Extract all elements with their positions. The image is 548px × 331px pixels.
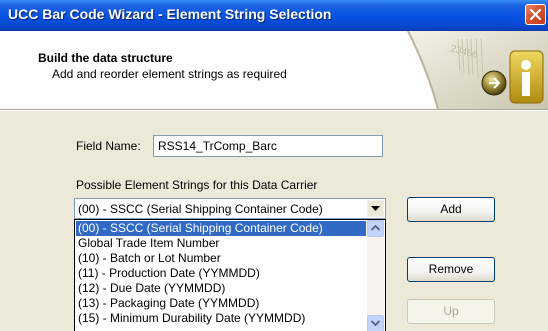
chevron-up-icon [371, 225, 380, 231]
combo-selected-value: (00) - SSCC (Serial Shipping Container C… [78, 202, 323, 216]
scroll-up-button[interactable] [367, 220, 384, 237]
up-button[interactable]: Up [407, 299, 495, 324]
field-name-input[interactable] [153, 135, 383, 157]
chevron-down-icon [371, 320, 380, 326]
combo-dropdown-button[interactable] [367, 200, 384, 217]
header-subtitle: Add and reorder element strings as requi… [52, 67, 287, 81]
barcode-wizard-art: 23456 [407, 31, 548, 109]
wizard-window: UCC Bar Code Wizard - Element String Sel… [0, 0, 548, 331]
field-name-label: Field Name: [76, 139, 141, 153]
close-button[interactable] [525, 4, 546, 25]
remove-button[interactable]: Remove [407, 257, 495, 282]
element-strings-combo[interactable]: (00) - SSCC (Serial Shipping Container C… [74, 198, 386, 219]
list-item[interactable]: (15) - Minimum Durability Date (YYMMDD) [76, 311, 366, 326]
list-item[interactable]: Global Trade Item Number [76, 236, 366, 251]
add-button[interactable]: Add [407, 197, 495, 222]
header-divider-highlight [0, 110, 548, 111]
close-icon [529, 8, 542, 21]
header-title: Build the data structure [38, 51, 173, 65]
possible-strings-label: Possible Element Strings for this Data C… [76, 178, 318, 192]
element-strings-dropdown-list[interactable]: (00) - SSCC (Serial Shipping Container C… [74, 219, 386, 331]
list-item[interactable]: (10) - Batch or Lot Number [76, 251, 366, 266]
wizard-header: Build the data structure Add and reorder… [0, 31, 548, 109]
window-title: UCC Bar Code Wizard - Element String Sel… [8, 6, 332, 22]
list-scrollbar[interactable] [367, 220, 384, 331]
list-item[interactable]: (11) - Production Date (YYMMDD) [76, 266, 366, 281]
list-item[interactable]: (00) - SSCC (Serial Shipping Container C… [76, 221, 366, 236]
chevron-down-icon [371, 206, 380, 211]
title-bar[interactable]: UCC Bar Code Wizard - Element String Sel… [0, 0, 548, 31]
list-item[interactable]: (12) - Due Date (YYMMDD) [76, 281, 366, 296]
list-item[interactable]: (13) - Packaging Date (YYMMDD) [76, 296, 366, 311]
scroll-down-button[interactable] [367, 315, 384, 331]
